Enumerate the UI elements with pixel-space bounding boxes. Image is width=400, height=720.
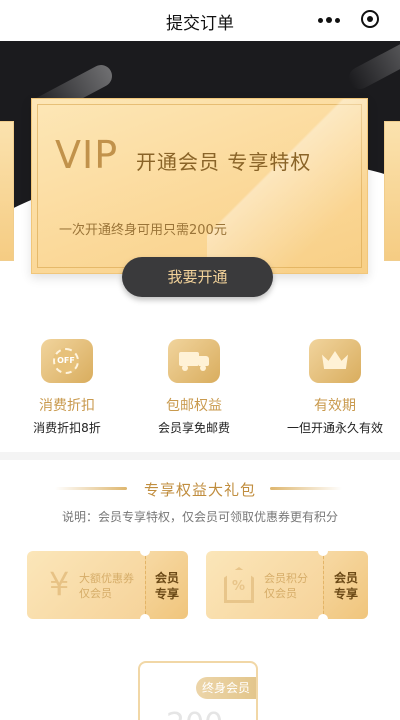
percent-symbol: % bbox=[232, 579, 246, 594]
benefit-desc: 一但开通永久有效 bbox=[286, 421, 383, 435]
coupon-body: ¥ 大额优惠券 仅会员 bbox=[27, 551, 145, 619]
prev-card-peek[interactable] bbox=[0, 121, 14, 261]
coupon-line: 大额优惠券 bbox=[79, 572, 134, 585]
coupon-body: % 会员积分 仅会员 bbox=[206, 551, 323, 619]
vip-price-note: 一次开通终身可用只需200元 bbox=[59, 223, 227, 238]
next-card-peek[interactable] bbox=[384, 121, 400, 261]
coupon-card-points[interactable]: % 会员积分 仅会员 会员 专享 bbox=[206, 546, 368, 624]
benefit-title: 有效期 bbox=[314, 398, 356, 414]
benefit-desc: 会员享免邮费 bbox=[157, 421, 230, 435]
page-title: 提交订单 bbox=[166, 14, 234, 34]
coupon-line: 会员积分 bbox=[264, 572, 308, 585]
coupon-text: 会员积分 仅会员 bbox=[264, 571, 308, 601]
vip-hero: VIP 开通会员 专享特权 一次开通终身可用只需200元 我要开通 bbox=[0, 41, 400, 321]
coupon-stub: 会员 专享 bbox=[323, 551, 368, 619]
gift-section-desc: 说明：会员专享特权，仅会员可领取优惠券更有积分 bbox=[61, 510, 338, 524]
coupon-text: 大额优惠券 仅会员 bbox=[79, 571, 134, 601]
nav-bar: 提交订单 bbox=[0, 0, 400, 40]
lifetime-plan-card[interactable]: 终身会员 200 bbox=[138, 661, 258, 720]
coupon-notch bbox=[140, 546, 150, 556]
coupon-stub: 会员 专享 bbox=[145, 551, 188, 619]
vip-slogan: 开通会员 专享特权 bbox=[136, 150, 312, 174]
discount-off-icon: OFF bbox=[41, 339, 93, 383]
coupon-stub-line: 会员 bbox=[154, 571, 179, 585]
more-dots-icon[interactable] bbox=[318, 17, 340, 23]
target-circle-icon[interactable] bbox=[361, 10, 379, 28]
coupon-card-discount[interactable]: ¥ 大额优惠券 仅会员 会员 专享 bbox=[27, 546, 188, 624]
coupon-line: 仅会员 bbox=[264, 587, 297, 600]
lifetime-tag: 终身会员 bbox=[196, 677, 256, 699]
vip-label: VIP bbox=[55, 133, 119, 177]
coupon-stub-line: 会员 bbox=[333, 571, 358, 585]
coupon-notch bbox=[318, 546, 328, 556]
coupon-notch bbox=[140, 614, 150, 624]
benefit-desc: 消费折扣8折 bbox=[33, 421, 101, 435]
truck-icon bbox=[168, 339, 220, 383]
coupon-line: 仅会员 bbox=[79, 587, 112, 600]
vip-card-shine bbox=[207, 99, 367, 275]
benefit-validity: 有效期 一但开通永久有效 bbox=[275, 339, 395, 436]
yen-icon: ¥ bbox=[49, 565, 70, 603]
title-decoration-line bbox=[270, 487, 342, 490]
coupon-stub-line: 专享 bbox=[333, 587, 358, 601]
crown-icon bbox=[309, 339, 361, 383]
vip-card: VIP 开通会员 专享特权 一次开通终身可用只需200元 bbox=[31, 98, 368, 275]
coupon-notch bbox=[318, 614, 328, 624]
open-membership-button[interactable]: 我要开通 bbox=[122, 257, 273, 297]
section-divider bbox=[0, 452, 400, 460]
benefit-title: 包邮权益 bbox=[166, 398, 222, 414]
benefit-free-shipping: 包邮权益 会员享免邮费 bbox=[134, 339, 254, 436]
benefit-discount: OFF 消费折扣 消费折扣8折 bbox=[7, 339, 127, 436]
coupon-stub-line: 专享 bbox=[154, 587, 179, 601]
lifetime-price: 200 bbox=[166, 707, 223, 720]
benefit-title: 消费折扣 bbox=[39, 398, 95, 414]
